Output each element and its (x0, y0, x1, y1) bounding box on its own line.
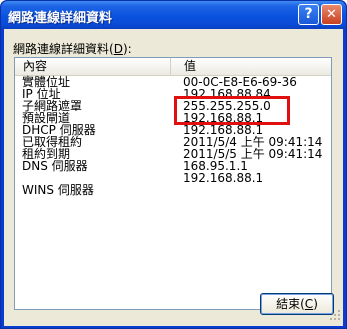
list-item[interactable]: 實體位址 00-0C-E8-E6-69-36 (15, 76, 331, 88)
window-title: 網路連線詳細資料 (8, 11, 113, 26)
listview-rows: 實體位址 00-0C-E8-E6-69-36 IP 位址 192.168.88.84 子… (15, 76, 331, 196)
column-header-value[interactable]: 值 (172, 58, 331, 75)
listview-header: 內容 值 (15, 58, 331, 76)
property-value: 192.168.88.1 (183, 171, 264, 185)
resize-grip-icon[interactable] (330, 310, 341, 321)
close-button-text: 結束( (276, 297, 305, 311)
dialog-window: 網路連線詳細資料 ? ✕ 網路連線詳細資料(D): 內容 值 實體位址 00-0C… (0, 0, 347, 329)
details-listview[interactable]: 內容 值 實體位址 00-0C-E8-E6-69-36 IP 位址 192.168.8… (14, 57, 332, 310)
details-list-label: 網路連線詳細資料(D): (13, 40, 132, 57)
list-item[interactable]: DNS 伺服器 168.95.1.1 (15, 160, 331, 172)
column-header-property[interactable]: 內容 (15, 58, 171, 75)
close-button-suffix: ) (313, 297, 318, 311)
property-name: WINS 伺服器 (22, 183, 94, 197)
property-name: DNS 伺服器 (22, 159, 88, 173)
dialog-body: 網路連線詳細資料(D): 內容 值 實體位址 00-0C-E8-E6-69-36 I… (4, 29, 343, 326)
close-button[interactable]: ✕ (321, 4, 342, 25)
label-text: 網路連線詳細資料( (13, 42, 114, 56)
title-bar[interactable]: 網路連線詳細資料 ? ✕ (1, 1, 346, 29)
close-button-mnemonic: C (304, 297, 314, 311)
mac-address-highlight (174, 96, 290, 125)
label-mnemonic: D (113, 42, 123, 56)
help-button[interactable]: ? (298, 4, 319, 25)
list-item[interactable]: WINS 伺服器 (15, 184, 331, 196)
close-dialog-button[interactable]: 結束(C) (260, 293, 334, 315)
help-icon: ? (304, 6, 313, 22)
label-suffix: ): (122, 42, 132, 56)
close-icon: ✕ (326, 7, 337, 22)
